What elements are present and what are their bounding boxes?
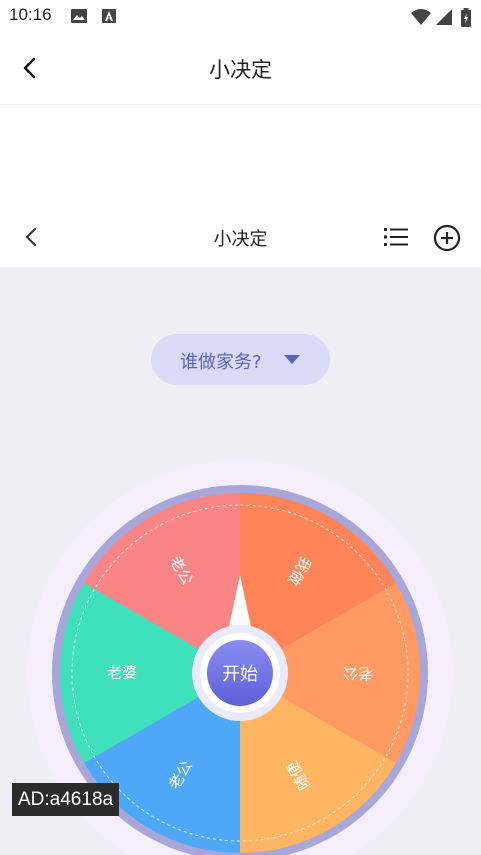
image-icon <box>71 9 87 23</box>
wheel-segment-label: 老婆 <box>107 664 137 682</box>
text-a-icon <box>102 9 116 23</box>
start-button-label: 开始 <box>222 664 258 685</box>
page-title: 小决定 <box>209 58 272 82</box>
top-app-bar: 小决定 <box>0 32 481 105</box>
sub-header: 小决定 <box>0 205 481 267</box>
wifi-icon <box>411 9 431 25</box>
wheel-content: 谁做家务? 我做 老公 随便 老公 老婆 老公 开始 <box>0 267 481 855</box>
status-time: 10:16 <box>9 5 52 24</box>
battery-icon <box>461 8 471 27</box>
ad-banner-area <box>0 105 481 205</box>
list-icon[interactable] <box>382 225 410 249</box>
cellular-signal-icon <box>436 9 452 25</box>
ad-badge: AD:a4618a <box>12 783 120 816</box>
status-bar: 10:16 <box>0 0 481 32</box>
wheel-segment-label: 老公 <box>343 665 373 683</box>
add-circle-icon[interactable] <box>432 223 462 253</box>
spin-wheel[interactable]: 我做老公随便老公老婆老公 开始 <box>0 267 481 855</box>
